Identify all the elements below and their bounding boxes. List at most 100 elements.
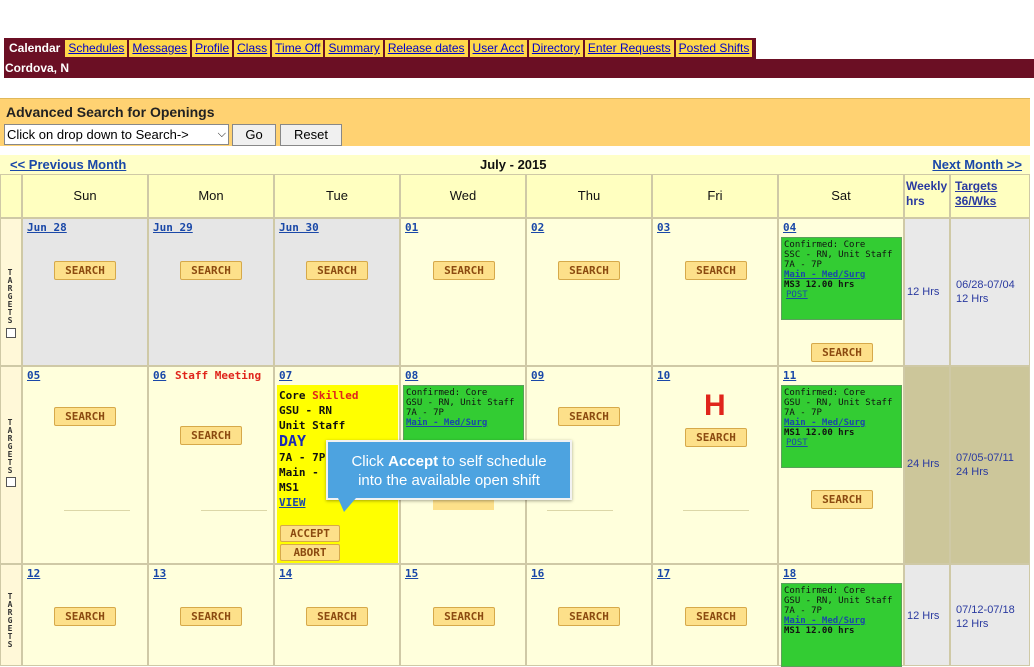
day-cell: Jun 28 SEARCH <box>22 218 148 366</box>
shift-time: 7A - 7P <box>406 408 444 418</box>
search-button[interactable]: SEARCH <box>558 261 620 280</box>
chevron-down-icon: ⌵ <box>217 128 226 140</box>
search-button[interactable]: SEARCH <box>180 426 242 445</box>
tab-user-acct[interactable]: User Acct <box>469 40 527 57</box>
tab-schedules[interactable]: Schedules <box>65 40 128 57</box>
date-link[interactable]: Jun 29 <box>153 221 193 234</box>
search-button[interactable]: SEARCH <box>54 607 116 626</box>
target-cell: 07/05-07/11 24 Hrs <box>950 366 1030 564</box>
search-dropdown-value: Click on drop down to Search-> <box>7 127 189 142</box>
date-link[interactable]: Jun 30 <box>279 221 319 234</box>
week-checkbox[interactable] <box>6 477 16 487</box>
search-button[interactable]: SEARCH <box>685 428 747 447</box>
tab-class[interactable]: Class <box>234 40 271 57</box>
go-button[interactable]: Go <box>232 124 276 146</box>
shift-card[interactable]: Confirmed: Core GSU - RN, Unit Staff 7A … <box>781 583 902 667</box>
search-button[interactable]: SEARCH <box>306 607 368 626</box>
tab-enter-requests[interactable]: Enter Requests <box>584 40 674 57</box>
tab-time-off[interactable]: Time Off <box>272 40 324 57</box>
search-button[interactable]: SEARCH <box>558 607 620 626</box>
search-button[interactable]: SEARCH <box>433 607 495 626</box>
search-button[interactable]: SEARCH <box>180 607 242 626</box>
month-title: July - 2015 <box>480 157 547 172</box>
search-title: Advanced Search for Openings <box>6 104 215 120</box>
abort-button[interactable]: ABORT <box>280 544 340 561</box>
shift-role: GSU - RN <box>279 404 332 417</box>
date-link[interactable]: 13 <box>153 567 166 580</box>
targets-side: TARGETS <box>0 218 22 366</box>
previous-month-link[interactable]: << Previous Month <box>10 157 126 172</box>
date-link[interactable]: 08 <box>405 369 418 382</box>
day-cell: 04 Confirmed: Core SSC - RN, Unit Staff … <box>778 218 904 366</box>
date-link[interactable]: 09 <box>531 369 544 382</box>
divider <box>201 510 267 511</box>
tab-messages[interactable]: Messages <box>129 40 191 57</box>
day-cell: 03 SEARCH <box>652 218 778 366</box>
search-button[interactable]: SEARCH <box>433 261 495 280</box>
date-link[interactable]: 12 <box>27 567 40 580</box>
date-link[interactable]: 07 <box>279 369 292 382</box>
post-link[interactable]: POST <box>786 438 899 448</box>
date-link[interactable]: 06 <box>153 369 166 382</box>
search-button[interactable]: SEARCH <box>180 261 242 280</box>
shift-location-link[interactable]: Main - Med/Surg <box>784 616 899 626</box>
date-link[interactable]: 16 <box>531 567 544 580</box>
search-button[interactable]: SEARCH <box>685 261 747 280</box>
shift-unit-hours: MS1 12.00 hrs <box>784 626 855 636</box>
date-link[interactable]: 18 <box>783 567 796 580</box>
weekly-hours: 12 Hrs <box>907 286 940 298</box>
tab-summary[interactable]: Summary <box>325 40 383 57</box>
date-link[interactable]: Jun 28 <box>27 221 67 234</box>
weekly-hours: 12 Hrs <box>907 610 940 622</box>
shift-staff: Unit Staff <box>279 419 346 432</box>
date-link[interactable]: 10 <box>657 369 670 382</box>
tab-profile[interactable]: Profile <box>192 40 233 57</box>
shift-card[interactable]: Confirmed: Core SSC - RN, Unit Staff 7A … <box>781 237 902 320</box>
search-button[interactable]: SEARCH <box>54 407 116 426</box>
shift-time: 7A - 7P <box>784 260 822 270</box>
tab-calendar[interactable]: Calendar <box>6 40 64 57</box>
day-cell: 05 SEARCH <box>22 366 148 564</box>
search-button[interactable]: SEARCH <box>811 343 873 362</box>
search-button[interactable]: SEARCH <box>685 607 747 626</box>
date-link[interactable]: 02 <box>531 221 544 234</box>
tab-release-dates[interactable]: Release dates <box>384 40 468 57</box>
shift-time: 7A - 7P <box>784 408 822 418</box>
shift-unit-hours: MS3 12.00 hrs <box>784 280 855 290</box>
day-cell: 16 SEARCH <box>526 564 652 666</box>
date-link[interactable]: 11 <box>783 369 796 382</box>
shift-location-link[interactable]: Main - Med/Surg <box>406 418 521 428</box>
date-link[interactable]: 04 <box>783 221 796 234</box>
calendar-header-row: Sun Mon Tue Wed Thu Fri Sat Weekly hrs T… <box>0 174 1030 218</box>
shift-location-link[interactable]: Main - Med/Surg <box>784 418 899 428</box>
day-cell: 10 H SEARCH <box>652 366 778 564</box>
shift-status: Confirmed: Core <box>406 388 488 398</box>
tooltip-pointer <box>338 498 356 512</box>
shift-location-link[interactable]: Main - Med/Surg <box>784 270 899 280</box>
tab-posted-shifts[interactable]: Posted Shifts <box>675 40 753 57</box>
shift-card[interactable]: Confirmed: Core GSU - RN, Unit Staff 7A … <box>781 385 902 468</box>
week-checkbox[interactable] <box>6 328 16 338</box>
reset-button[interactable]: Reset <box>280 124 342 146</box>
date-link[interactable]: 15 <box>405 567 418 580</box>
tab-directory[interactable]: Directory <box>528 40 583 57</box>
date-link[interactable]: 05 <box>27 369 40 382</box>
date-link[interactable]: 14 <box>279 567 292 580</box>
shift-role: SSC - RN, Unit Staff <box>784 250 893 260</box>
search-dropdown[interactable]: Click on drop down to Search-> ⌵ <box>4 124 229 145</box>
search-button[interactable]: SEARCH <box>811 490 873 509</box>
target-hours: 12 Hrs <box>956 618 989 630</box>
date-link[interactable]: 17 <box>657 567 670 580</box>
accept-button[interactable]: ACCEPT <box>280 525 340 542</box>
target-cell: 06/28-07/04 12 Hrs <box>950 218 1030 366</box>
divider <box>64 510 130 511</box>
search-button[interactable]: SEARCH <box>558 407 620 426</box>
search-button[interactable]: SEARCH <box>306 261 368 280</box>
search-button[interactable]: SEARCH <box>54 261 116 280</box>
post-link[interactable]: POST <box>786 290 899 300</box>
date-link[interactable]: 01 <box>405 221 418 234</box>
date-link[interactable]: 03 <box>657 221 670 234</box>
shift-card[interactable]: Confirmed: Core GSU - RN, Unit Staff 7A … <box>403 385 524 442</box>
holiday-marker: H <box>704 389 726 422</box>
next-month-link[interactable]: Next Month >> <box>932 157 1022 172</box>
